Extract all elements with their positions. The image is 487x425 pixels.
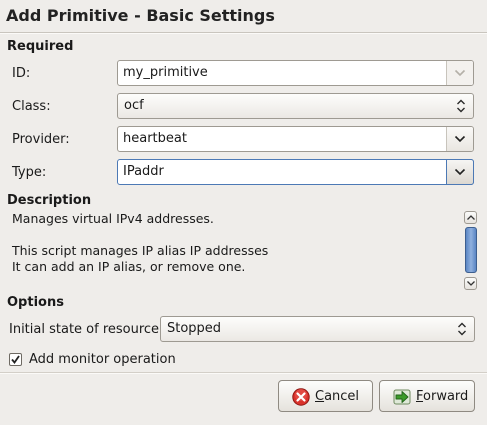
- description-line: It can add an IP alias, or remove one.: [12, 259, 246, 274]
- forward-label: orward: [423, 389, 469, 404]
- scroll-trough[interactable]: [464, 226, 477, 276]
- provider-label: Provider:: [12, 132, 70, 147]
- type-label: Type:: [12, 165, 47, 180]
- cancel-button[interactable]: Cancel: [278, 380, 373, 412]
- type-field[interactable]: IPaddr: [123, 164, 164, 179]
- id-field[interactable]: my_primitive: [123, 65, 208, 80]
- chevron-up-icon: [467, 215, 475, 220]
- chevron-down-icon: [454, 135, 466, 143]
- title-separator: [0, 32, 487, 34]
- initial-state-value: Stopped: [167, 321, 222, 336]
- type-dropdown-button[interactable]: [446, 159, 474, 185]
- type-combo[interactable]: IPaddr: [117, 159, 474, 185]
- provider-combo[interactable]: heartbeat: [117, 126, 474, 152]
- id-label: ID:: [12, 66, 31, 81]
- description-line: [12, 227, 460, 243]
- description-scrollbar[interactable]: [464, 211, 479, 291]
- description-line: Manages virtual IPv4 addresses.: [12, 211, 214, 226]
- forward-arrow-icon: [393, 388, 411, 406]
- description-text: Manages virtual IPv4 addresses. This scr…: [12, 211, 460, 293]
- class-label: Class:: [12, 99, 51, 114]
- required-heading: Required: [7, 39, 74, 54]
- forward-mnemonic: F: [416, 389, 424, 404]
- options-heading: Options: [7, 295, 64, 310]
- cancel-mnemonic: C: [315, 389, 325, 404]
- scroll-up-button[interactable]: [464, 211, 477, 224]
- provider-field[interactable]: heartbeat: [123, 131, 187, 146]
- scroll-thumb[interactable]: [465, 227, 477, 274]
- description-line: This script manages IP alias IP addresse…: [12, 243, 269, 258]
- chevron-down-icon: [454, 168, 466, 176]
- chevron-down-icon: [454, 69, 466, 77]
- scroll-down-button[interactable]: [464, 277, 477, 290]
- monitor-operation-label: Add monitor operation: [29, 352, 176, 367]
- initial-state-select[interactable]: Stopped: [160, 316, 475, 342]
- chevron-down-icon: [467, 281, 475, 286]
- cancel-icon: [292, 388, 310, 406]
- forward-button[interactable]: Forward: [379, 380, 475, 412]
- button-separator: [0, 372, 487, 374]
- id-combo[interactable]: my_primitive: [117, 60, 474, 86]
- provider-dropdown-button[interactable]: [446, 127, 473, 151]
- checkmark-icon: [11, 355, 20, 364]
- id-dropdown-button: [446, 61, 473, 85]
- updown-arrows-icon: [454, 317, 470, 341]
- dialog-title: Add Primitive - Basic Settings: [6, 6, 275, 25]
- class-select[interactable]: ocf: [117, 93, 474, 119]
- monitor-operation-checkbox[interactable]: [9, 353, 22, 366]
- initial-state-label: Initial state of resource:: [9, 322, 164, 337]
- updown-arrows-icon: [453, 94, 469, 118]
- description-heading: Description: [7, 193, 92, 208]
- class-value: ocf: [124, 98, 144, 113]
- cancel-label: ancel: [324, 389, 360, 404]
